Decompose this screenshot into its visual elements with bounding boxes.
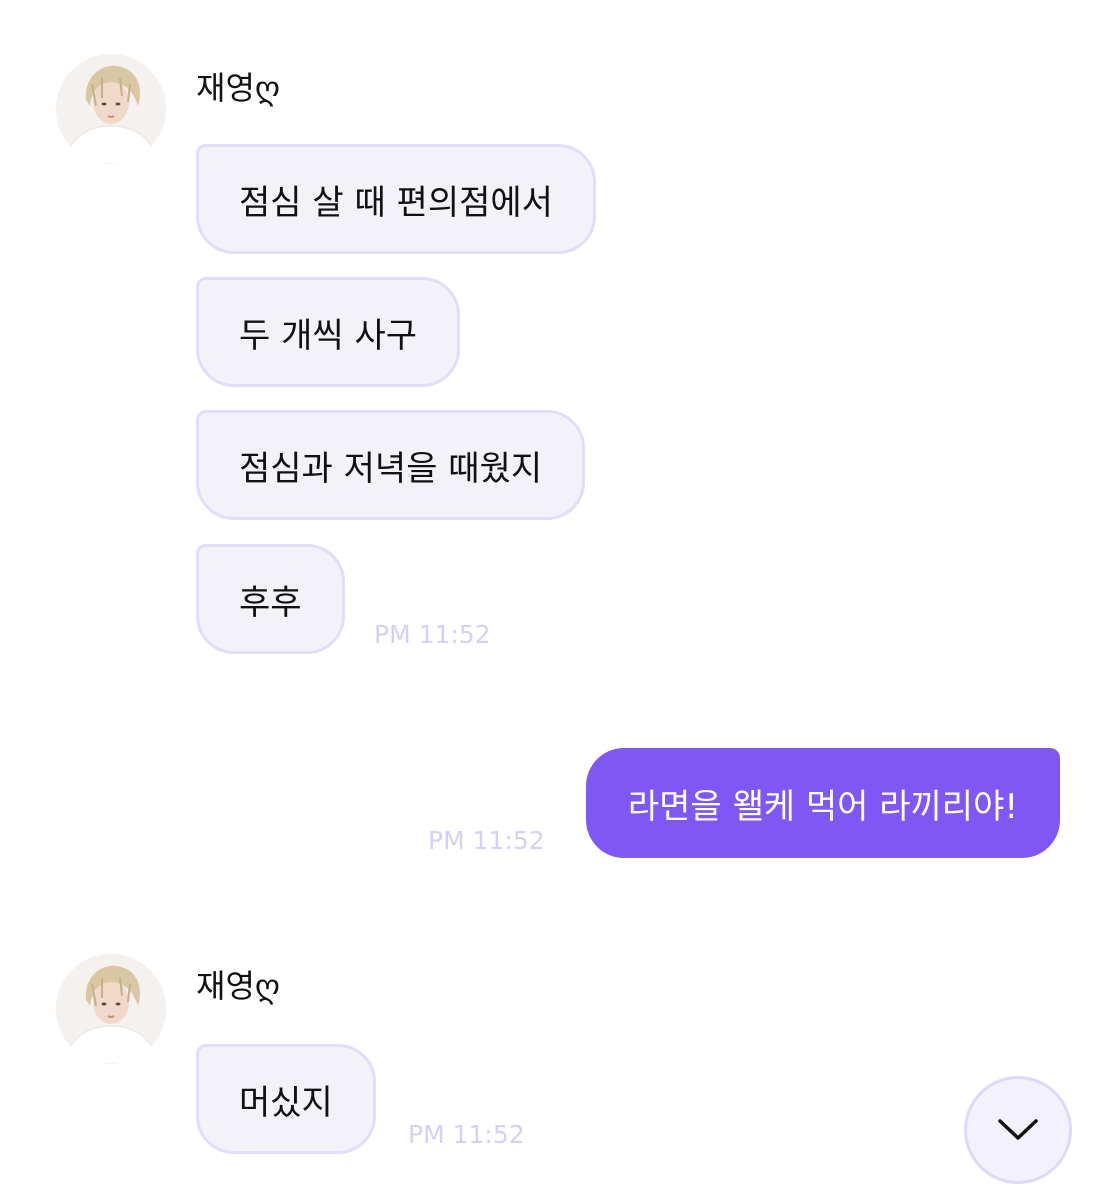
avatar-image	[56, 54, 166, 164]
sender-name: 재영ღ	[196, 967, 281, 1005]
message-bubble[interactable]: 점심과 저녁을 때웠지	[196, 410, 586, 520]
sender-name: 재영ღ	[196, 69, 281, 107]
message-bubble[interactable]: 후후	[196, 544, 345, 654]
sender-avatar[interactable]	[56, 54, 166, 164]
message-timestamp: PM 11:52	[428, 826, 545, 855]
scroll-to-bottom-button[interactable]	[964, 1076, 1072, 1184]
chevron-down-icon	[998, 1119, 1038, 1140]
message-timestamp: PM 11:52	[408, 1120, 525, 1149]
sender-avatar[interactable]	[56, 954, 166, 1064]
my-message-bubble[interactable]: 라면을 왤케 먹어 라끼리야!	[585, 748, 1060, 858]
message-bubble[interactable]: 점심 살 때 편의점에서	[196, 144, 596, 254]
message-bubble[interactable]: 머싰지	[196, 1044, 376, 1154]
avatar-image	[56, 954, 166, 1064]
message-timestamp: PM 11:52	[374, 620, 491, 649]
message-bubble[interactable]: 두 개씩 사구	[196, 277, 461, 387]
